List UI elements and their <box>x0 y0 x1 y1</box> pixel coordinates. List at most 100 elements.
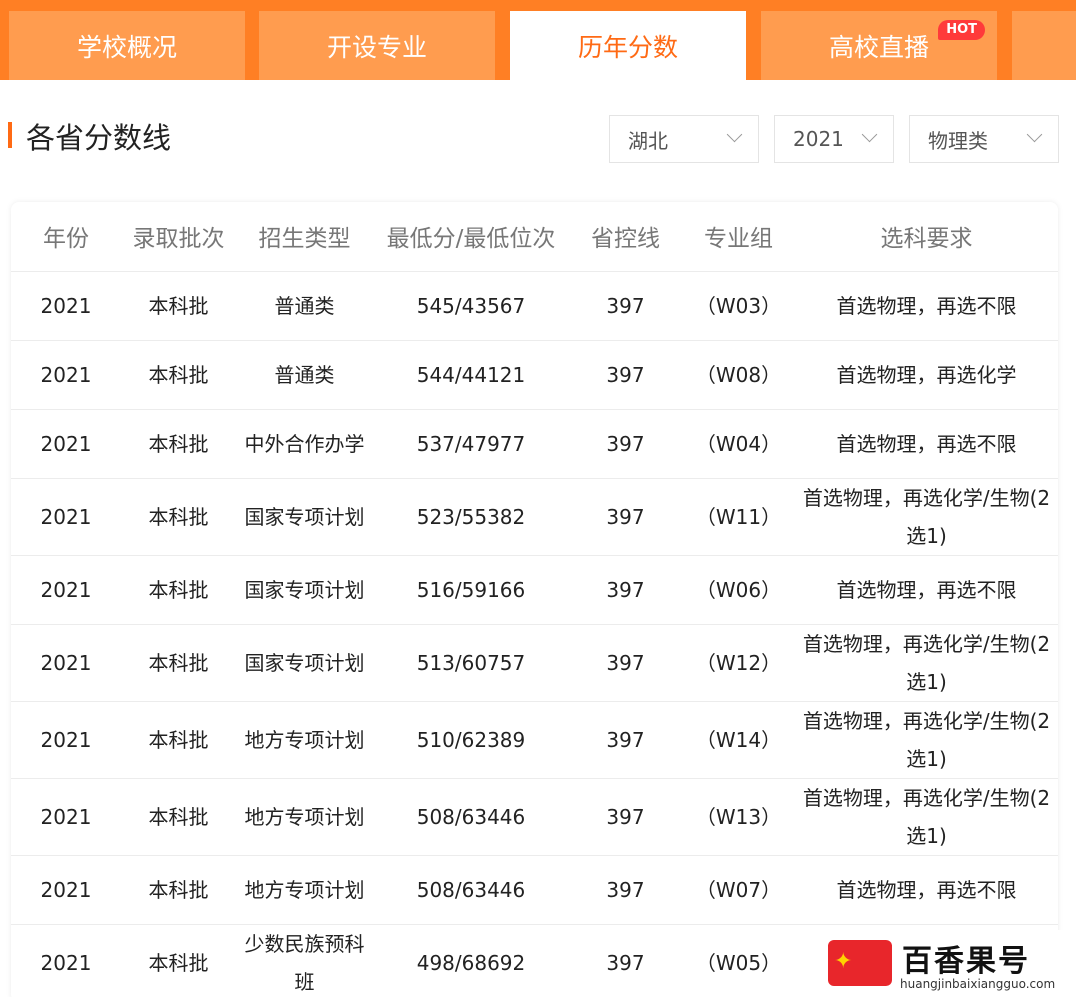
header-requirement: 选科要求 <box>795 202 1058 272</box>
cell-requirement: 首选物理，再选不限 <box>795 555 1058 625</box>
table-row: 2021 本科批 地方专项计划 508/63446 397 （W07） 首选物理… <box>11 855 1058 925</box>
cell-requirement: 首选物理，再选不限 <box>795 855 1058 925</box>
header-group: 专业组 <box>682 202 795 272</box>
star-icon: ✦ <box>834 949 853 974</box>
score-table: 年份 录取批次 招生类型 最低分/最低位次 省控线 专业组 选科要求 2021 … <box>11 202 1058 997</box>
table-header-row: 年份 录取批次 招生类型 最低分/最低位次 省控线 专业组 选科要求 <box>11 202 1058 272</box>
tab-label: 开设专业 <box>326 32 427 62</box>
cell-year: 2021 <box>11 409 121 479</box>
subject-select[interactable]: 物理类 <box>909 115 1059 163</box>
brand-logo: ✦ <box>828 940 892 986</box>
cell-type: 少数民族预科班 <box>236 924 373 997</box>
cell-control-line: 397 <box>569 555 682 625</box>
cell-batch: 本科批 <box>121 409 236 479</box>
year-select[interactable]: 2021 <box>774 115 894 163</box>
cell-control-line: 397 <box>569 778 682 856</box>
cell-score: 510/62389 <box>373 701 569 779</box>
cell-score: 508/63446 <box>373 855 569 925</box>
cell-score: 544/44121 <box>373 340 569 410</box>
cell-requirement: 首选物理，再选化学/生物(2选1) <box>795 478 1058 556</box>
watermark-domain: huangjinbaixiangguo.com <box>900 977 1056 991</box>
cell-year: 2021 <box>11 855 121 925</box>
cell-group: （W06） <box>682 555 795 625</box>
cell-requirement: 首选物理，再选化学/生物(2选1) <box>795 701 1058 779</box>
table-row: 2021 本科批 地方专项计划 510/62389 397 （W14） 首选物理… <box>11 701 1058 779</box>
cell-score: 545/43567 <box>373 271 569 341</box>
cell-batch: 本科批 <box>121 478 236 556</box>
chevron-down-icon <box>1026 126 1043 143</box>
tab-label: 历年分数 <box>577 32 678 62</box>
cell-year: 2021 <box>11 778 121 856</box>
table-row: 2021 本科批 地方专项计划 508/63446 397 （W13） 首选物理… <box>11 778 1058 856</box>
province-value: 湖北 <box>628 128 668 153</box>
cell-type: 地方专项计划 <box>236 701 373 779</box>
tab-live[interactable]: 高校直播 HOT <box>761 11 997 80</box>
cell-group: （W08） <box>682 340 795 410</box>
cell-year: 2021 <box>11 624 121 702</box>
cell-type: 地方专项计划 <box>236 778 373 856</box>
cell-batch: 本科批 <box>121 778 236 856</box>
cell-year: 2021 <box>11 478 121 556</box>
subject-value: 物理类 <box>928 128 988 153</box>
header-control-line: 省控线 <box>569 202 682 272</box>
tab-label: 学校概况 <box>76 32 177 62</box>
cell-type: 普通类 <box>236 340 373 410</box>
tab-bar: 学校概况 开设专业 历年分数 高校直播 HOT <box>0 0 1076 80</box>
cell-year: 2021 <box>11 555 121 625</box>
watermark-brand: 百香果号 <box>902 944 1030 979</box>
cell-requirement: 首选物理，再选不限 <box>795 409 1058 479</box>
cell-group: （W07） <box>682 855 795 925</box>
header-batch: 录取批次 <box>121 202 236 272</box>
cell-group: （W03） <box>682 271 795 341</box>
watermark: ✦ 百香果号 huangjinbaixiangguo.com <box>798 930 1076 997</box>
cell-year: 2021 <box>11 924 121 997</box>
cell-batch: 本科批 <box>121 555 236 625</box>
cell-group: （W04） <box>682 409 795 479</box>
tab-school-overview[interactable]: 学校概况 <box>9 11 245 80</box>
cell-year: 2021 <box>11 340 121 410</box>
cell-requirement: 首选物理，再选化学 <box>795 340 1058 410</box>
section-accent-bar <box>8 122 12 148</box>
tab-label: 高校直播 <box>828 32 929 62</box>
cell-control-line: 397 <box>569 701 682 779</box>
cell-batch: 本科批 <box>121 271 236 341</box>
cell-batch: 本科批 <box>121 340 236 410</box>
year-value: 2021 <box>793 127 844 151</box>
tab-majors[interactable]: 开设专业 <box>259 11 495 80</box>
cell-batch: 本科批 <box>121 701 236 779</box>
cell-requirement: 首选物理，再选化学/生物(2选1) <box>795 624 1058 702</box>
table-row: 2021 本科批 国家专项计划 523/55382 397 （W11） 首选物理… <box>11 478 1058 556</box>
cell-batch: 本科批 <box>121 624 236 702</box>
cell-type: 国家专项计划 <box>236 478 373 556</box>
cell-year: 2021 <box>11 271 121 341</box>
cell-group: （W13） <box>682 778 795 856</box>
table-row: 2021 本科批 普通类 545/43567 397 （W03） 首选物理，再选… <box>11 271 1058 341</box>
cell-control-line: 397 <box>569 624 682 702</box>
score-table-card: 年份 录取批次 招生类型 最低分/最低位次 省控线 专业组 选科要求 2021 … <box>11 202 1058 997</box>
cell-control-line: 397 <box>569 478 682 556</box>
province-select[interactable]: 湖北 <box>609 115 759 163</box>
cell-type: 中外合作办学 <box>236 409 373 479</box>
tab-more[interactable] <box>1012 11 1076 80</box>
cell-score: 508/63446 <box>373 778 569 856</box>
cell-control-line: 397 <box>569 409 682 479</box>
cell-control-line: 397 <box>569 924 682 997</box>
cell-group: （W12） <box>682 624 795 702</box>
chevron-down-icon <box>861 126 878 143</box>
cell-type: 国家专项计划 <box>236 624 373 702</box>
cell-score: 537/47977 <box>373 409 569 479</box>
header-score: 最低分/最低位次 <box>373 202 569 272</box>
table-row: 2021 本科批 普通类 544/44121 397 （W08） 首选物理，再选… <box>11 340 1058 410</box>
tab-historical-scores[interactable]: 历年分数 <box>510 11 746 80</box>
cell-batch: 本科批 <box>121 855 236 925</box>
header-year: 年份 <box>11 202 121 272</box>
cell-group: （W14） <box>682 701 795 779</box>
cell-requirement: 首选物理，再选化学/生物(2选1) <box>795 778 1058 856</box>
cell-score: 498/68692 <box>373 924 569 997</box>
cell-group: （W11） <box>682 478 795 556</box>
cell-score: 513/60757 <box>373 624 569 702</box>
cell-control-line: 397 <box>569 855 682 925</box>
cell-control-line: 397 <box>569 340 682 410</box>
cell-control-line: 397 <box>569 271 682 341</box>
cell-score: 523/55382 <box>373 478 569 556</box>
